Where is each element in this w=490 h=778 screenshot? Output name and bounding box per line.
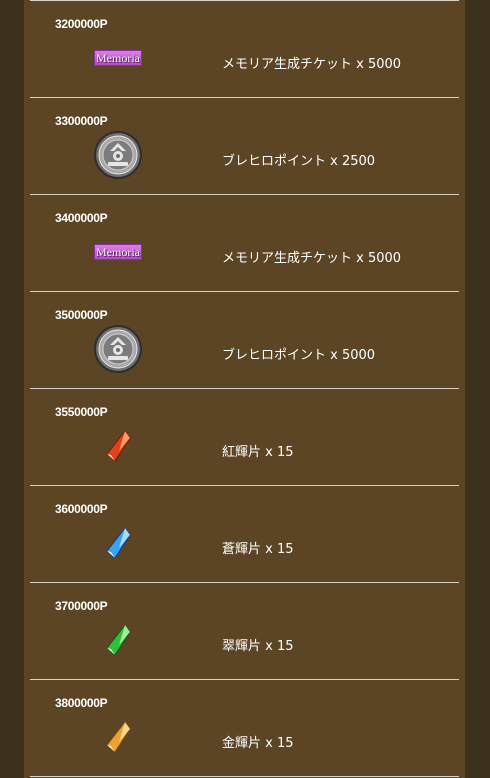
reward-label: ブレヒロポイント x 2500	[222, 154, 376, 169]
reward-label: メモリア生成チケット x 5000	[222, 57, 402, 72]
point-threshold: 3550000P	[55, 405, 108, 419]
reward-row: 3500000P ブレヒロポイント x 5000	[30, 292, 459, 389]
reward-list: 3200000P Memoria メモリア生成チケット x 5000 33000…	[30, 0, 459, 777]
reward-row: 3600000P 蒼輝片 x 15	[30, 486, 459, 583]
red-crystal-icon	[94, 422, 142, 470]
point-threshold: 3200000P	[55, 17, 108, 31]
point-threshold: 3500000P	[55, 308, 108, 322]
reward-row: 3800000P 金輝片 x 15	[30, 680, 459, 777]
point-threshold: 3400000P	[55, 211, 108, 225]
memoria-label: Memoria	[94, 244, 142, 260]
reward-label: 翠輝片 x 15	[222, 639, 294, 654]
reward-row: 3550000P 紅輝片 x 15	[30, 389, 459, 486]
memoria-ticket-icon: Memoria	[94, 228, 142, 276]
gold-crystal-icon	[94, 713, 142, 761]
reward-label: 紅輝片 x 15	[222, 445, 294, 460]
reward-label: ブレヒロポイント x 5000	[222, 348, 376, 363]
point-threshold: 3700000P	[55, 599, 108, 613]
green-crystal-icon	[94, 616, 142, 664]
point-threshold: 3800000P	[55, 696, 108, 710]
point-threshold: 3300000P	[55, 114, 108, 128]
reward-label: 金輝片 x 15	[222, 736, 294, 751]
reward-panel: 3200000P Memoria メモリア生成チケット x 5000 33000…	[24, 0, 465, 778]
reward-row: 3300000P ブレヒロポイント x 2500	[30, 98, 459, 195]
brave-hero-coin-icon	[94, 131, 142, 179]
point-threshold: 3600000P	[55, 502, 108, 516]
memoria-label: Memoria	[94, 50, 142, 66]
reward-row: 3700000P 翠輝片 x 15	[30, 583, 459, 680]
reward-row: 3200000P Memoria メモリア生成チケット x 5000	[30, 1, 459, 98]
reward-label: メモリア生成チケット x 5000	[222, 251, 402, 266]
blue-crystal-icon	[94, 519, 142, 567]
reward-label: 蒼輝片 x 15	[222, 542, 294, 557]
memoria-ticket-icon: Memoria	[94, 34, 142, 82]
reward-row: 3400000P Memoria メモリア生成チケット x 5000	[30, 195, 459, 292]
brave-hero-coin-icon	[94, 325, 142, 373]
